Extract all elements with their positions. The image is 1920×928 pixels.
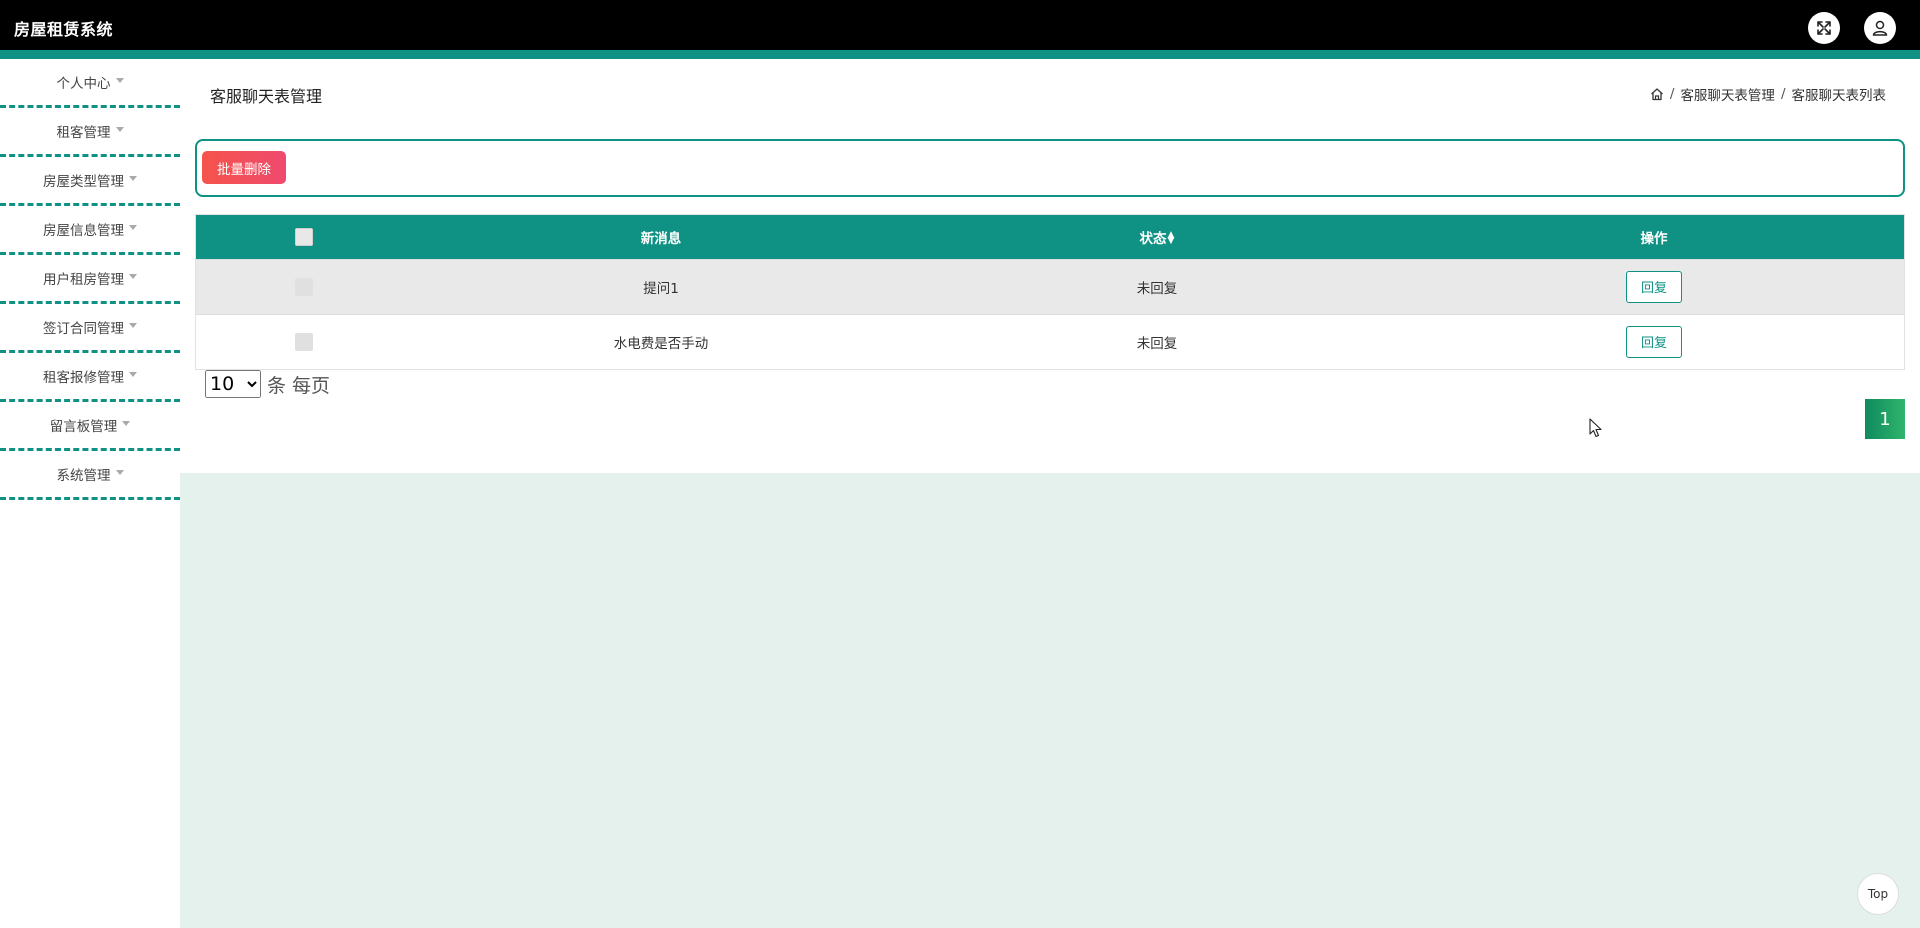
- sidebar-item-repairs[interactable]: 租客报修管理: [0, 353, 180, 402]
- sidebar-item-house-types[interactable]: 房屋类型管理: [0, 157, 180, 206]
- table-header-row: 新消息 状态▲ ▼ 操作: [196, 215, 1904, 259]
- sidebar-item-label: 租客报修管理: [43, 370, 124, 386]
- message-cell: 水电费是否手动: [613, 335, 709, 352]
- user-icon: [1872, 20, 1888, 36]
- sidebar-item-personal-center[interactable]: 个人中心: [0, 59, 180, 108]
- chat-table: 新消息 状态▲ ▼ 操作 提问1 未回复 回复 水电费是否手动 未回复 回复: [195, 214, 1905, 370]
- app-title: 房屋租赁系统: [14, 20, 114, 39]
- breadcrumb-item[interactable]: 客服聊天表管理: [1680, 84, 1775, 104]
- actions-cell: 回复: [1404, 314, 1904, 369]
- page-size-suffix: 条 每页: [267, 374, 331, 397]
- sidebar-item-tenants[interactable]: 租客管理: [0, 108, 180, 157]
- caret-down-icon: [129, 273, 137, 279]
- sort-icon[interactable]: ▲ ▼: [1168, 230, 1175, 245]
- select-all-checkbox[interactable]: [295, 227, 313, 246]
- status-cell: 未回复: [1136, 280, 1178, 297]
- fullscreen-button[interactable]: [1808, 12, 1840, 44]
- sidebar-item-label: 个人中心: [56, 76, 111, 92]
- table-row: 提问1 未回复 回复: [196, 259, 1904, 314]
- caret-down-icon: [129, 175, 137, 181]
- action-bar: 批量删除: [195, 139, 1905, 197]
- caret-down-icon: [129, 322, 137, 328]
- sidebar-item-label: 留言板管理: [49, 419, 118, 435]
- batch-delete-button[interactable]: 批量删除: [202, 151, 286, 184]
- caret-down-icon: [122, 420, 131, 426]
- sidebar-item-label: 用户租房管理: [43, 272, 124, 288]
- column-header-message: 新消息: [640, 230, 682, 247]
- sidebar-item-label: 租客管理: [56, 125, 111, 141]
- sidebar-item-label: 房屋类型管理: [43, 174, 124, 190]
- column-header-actions: 操作: [1640, 230, 1668, 247]
- caret-down-icon: [115, 126, 124, 132]
- status-cell: 未回复: [1136, 335, 1178, 352]
- home-icon[interactable]: [1650, 87, 1664, 101]
- sidebar-item-house-info[interactable]: 房屋信息管理: [0, 206, 180, 255]
- sidebar-item-label: 系统管理: [56, 468, 111, 484]
- actions-cell: 回复: [1404, 259, 1904, 314]
- row-checkbox[interactable]: [295, 332, 313, 351]
- sidebar-item-user-rentals[interactable]: 用户租房管理: [0, 255, 180, 304]
- sidebar-item-message-board[interactable]: 留言板管理: [0, 402, 180, 451]
- caret-down-icon: [129, 224, 137, 230]
- breadcrumb-separator: /: [1669, 86, 1675, 102]
- breadcrumb: / 客服聊天表管理 / 客服聊天表列表: [1650, 84, 1886, 104]
- page-title: 客服聊天表管理: [210, 87, 323, 106]
- user-button[interactable]: [1864, 12, 1896, 44]
- reply-button[interactable]: 回复: [1625, 325, 1682, 358]
- caret-down-icon: [129, 371, 137, 377]
- row-checkbox[interactable]: [295, 277, 313, 296]
- top-header: 房屋租赁系统: [0, 0, 1920, 50]
- sidebar-item-label: 房屋信息管理: [43, 223, 124, 239]
- mouse-cursor-icon: [1589, 418, 1602, 438]
- page-size-select[interactable]: 10: [205, 370, 261, 398]
- reply-button[interactable]: 回复: [1625, 270, 1682, 303]
- page-number-button[interactable]: 1: [1865, 399, 1905, 439]
- message-cell: 提问1: [643, 280, 679, 297]
- column-header-status-label: 状态: [1139, 230, 1167, 247]
- header-accent-strip: [0, 50, 1920, 59]
- sidebar-item-label: 签订合同管理: [43, 321, 124, 337]
- select-all-cell: [196, 215, 412, 259]
- row-select-cell: [196, 314, 412, 369]
- sidebar-item-system[interactable]: 系统管理: [0, 451, 180, 500]
- back-to-top-button[interactable]: Top: [1857, 873, 1899, 915]
- breadcrumb-item-current: 客服聊天表列表: [1791, 88, 1887, 104]
- caret-down-icon: [115, 469, 124, 475]
- fullscreen-icon: [1817, 21, 1831, 35]
- sidebar: 个人中心 租客管理 房屋类型管理 房屋信息管理 用户租房管理 签订合同管理 租客…: [0, 59, 180, 928]
- sidebar-item-contracts[interactable]: 签订合同管理: [0, 304, 180, 353]
- row-select-cell: [196, 259, 412, 314]
- page-size-control: 10 条 每页: [205, 370, 330, 398]
- caret-down-icon: [115, 77, 124, 83]
- breadcrumb-separator: /: [1780, 86, 1786, 102]
- column-header-status[interactable]: 状态▲ ▼: [910, 215, 1404, 259]
- table-row: 水电费是否手动 未回复 回复: [196, 314, 1904, 369]
- content-card: 客服聊天表管理 / 客服聊天表管理 / 客服聊天表列表 批量删除 新消息 状态▲…: [180, 59, 1920, 473]
